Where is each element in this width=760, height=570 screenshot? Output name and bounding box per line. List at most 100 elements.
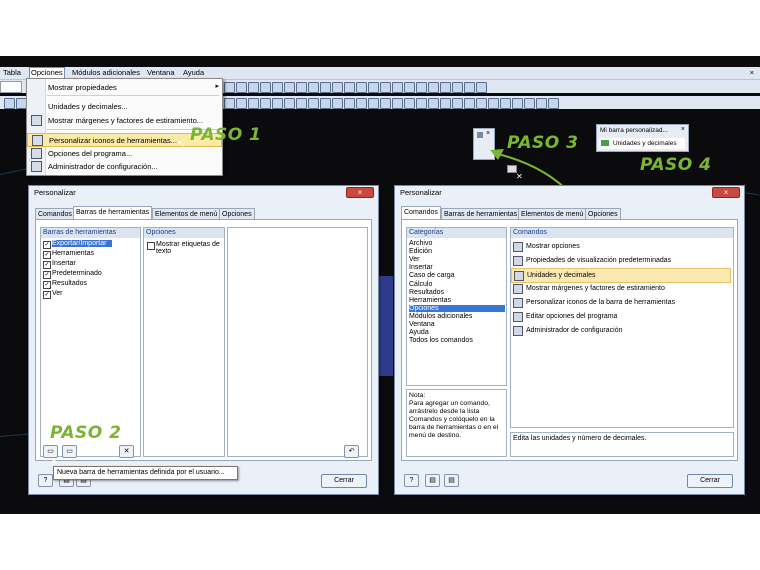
- category-item[interactable]: Caso de carga: [409, 272, 455, 279]
- toolbar-checkbox[interactable]: ✓: [43, 271, 51, 279]
- toolbar-button-icon[interactable]: [380, 98, 391, 109]
- category-item[interactable]: Todos los comandos: [409, 337, 473, 344]
- toolbar-checkbox[interactable]: ✓: [43, 241, 51, 249]
- toolbar-list-item[interactable]: Insertar: [52, 260, 76, 267]
- toolbar-button-icon[interactable]: [536, 98, 547, 109]
- toolbar-button-icon[interactable]: [392, 98, 403, 109]
- toolbar-button-icon[interactable]: [452, 98, 463, 109]
- rename-toolbar-button[interactable]: ▭: [62, 445, 77, 458]
- category-item[interactable]: Módulos adicionales: [409, 313, 472, 320]
- category-item[interactable]: Ventana: [409, 321, 435, 328]
- close-icon[interactable]: ×: [681, 126, 685, 133]
- toolbar-button-icon[interactable]: [344, 98, 355, 109]
- toolbar-button-icon[interactable]: [224, 98, 235, 109]
- toolbar-button-icon[interactable]: [476, 98, 487, 109]
- import-button[interactable]: ▤: [425, 474, 440, 487]
- show-labels-checkbox[interactable]: [147, 242, 155, 250]
- close-button[interactable]: Cerrar: [687, 474, 733, 488]
- toolbar-button-icon[interactable]: [476, 82, 487, 93]
- menu-ventana[interactable]: Ventana: [147, 68, 175, 77]
- toolbar-button-icon[interactable]: [320, 98, 331, 109]
- menu-item-administrador[interactable]: Administrador de configuración...: [27, 160, 222, 172]
- toolbar-list-item[interactable]: Exportar/Importar: [52, 240, 113, 247]
- toolbar-button-icon[interactable]: [464, 98, 475, 109]
- toolbar-button-icon[interactable]: [356, 98, 367, 109]
- tab-barras[interactable]: Barras de herramientas: [73, 206, 153, 220]
- toolbar-list-item[interactable]: Predeterminado: [52, 270, 102, 277]
- command-item[interactable]: Mostrar opciones: [511, 240, 729, 253]
- command-item[interactable]: Unidades y decimales: [511, 268, 731, 283]
- toolbar-button-icon[interactable]: [548, 98, 559, 109]
- category-item[interactable]: Herramientas: [409, 297, 451, 304]
- menu-item-opciones-programa[interactable]: Opciones del programa...: [27, 147, 222, 159]
- toolbar-button-icon[interactable]: [320, 82, 331, 93]
- window-close-icon[interactable]: ×: [750, 68, 754, 77]
- toolbar-button-icon[interactable]: [248, 98, 259, 109]
- category-item[interactable]: Opciones: [409, 304, 505, 312]
- toolbar-button-icon[interactable]: [440, 98, 451, 109]
- new-toolbar-button[interactable]: ▭: [43, 445, 58, 458]
- toolbar-button-icon[interactable]: [428, 98, 439, 109]
- command-item[interactable]: Administrador de configuración: [511, 324, 729, 337]
- toolbar-button-icon[interactable]: [452, 82, 463, 93]
- toolbar-button-icon[interactable]: [488, 98, 499, 109]
- toolbar-button-icon[interactable]: [224, 82, 235, 93]
- toolbar-button-icon[interactable]: [236, 98, 247, 109]
- help-button[interactable]: ?: [38, 474, 53, 487]
- menu-item-mostrar-propiedades[interactable]: Mostrar propiedades ▸: [27, 81, 222, 93]
- toolbar-button-icon[interactable]: [404, 82, 415, 93]
- category-item[interactable]: Edición: [409, 248, 432, 255]
- toolbar-button-icon[interactable]: [332, 82, 343, 93]
- toolbar-button-icon[interactable]: [272, 82, 283, 93]
- toolbar-button-icon[interactable]: [416, 82, 427, 93]
- toolbar-checkbox[interactable]: ✓: [43, 261, 51, 269]
- reset-button[interactable]: ↶: [344, 445, 359, 458]
- toolbar-button-icon[interactable]: [440, 82, 451, 93]
- toolbar-button-icon[interactable]: [356, 82, 367, 93]
- toolbar-button-icon[interactable]: [296, 98, 307, 109]
- toolbar-button-icon[interactable]: [344, 82, 355, 93]
- toolbar-list-item[interactable]: Resultados: [52, 280, 87, 287]
- toolbar-button-icon[interactable]: [416, 98, 427, 109]
- category-item[interactable]: Insertar: [409, 264, 433, 271]
- toolbar-list-item[interactable]: Ver: [52, 290, 63, 297]
- toolbar-button-icon[interactable]: [392, 82, 403, 93]
- toolbar-button-icon[interactable]: [500, 98, 511, 109]
- toolbar-checkbox[interactable]: ✓: [43, 281, 51, 289]
- toolbar-button-icon[interactable]: [248, 82, 259, 93]
- menu-modulos[interactable]: Módulos adicionales: [72, 68, 140, 77]
- category-item[interactable]: Ver: [409, 256, 420, 263]
- toolbar-list-item[interactable]: Herramientas: [52, 250, 94, 257]
- toolbar-button-icon[interactable]: [524, 98, 535, 109]
- toolbar-button-icon[interactable]: [512, 98, 523, 109]
- command-item[interactable]: Editar opciones del programa: [511, 310, 729, 323]
- toolbar-button-icon[interactable]: [368, 82, 379, 93]
- menu-tabla[interactable]: Tabla: [3, 68, 21, 77]
- toolbar-button-icon[interactable]: [4, 98, 15, 109]
- toolbar-button-icon[interactable]: [284, 98, 295, 109]
- help-button[interactable]: ?: [404, 474, 419, 487]
- close-icon[interactable]: ×: [712, 187, 740, 198]
- category-item[interactable]: Archivo: [409, 240, 432, 247]
- menu-ayuda[interactable]: Ayuda: [183, 68, 204, 77]
- toolbar-checkbox[interactable]: ✓: [43, 251, 51, 259]
- category-item[interactable]: Ayuda: [409, 329, 429, 336]
- combo-box[interactable]: [0, 81, 22, 93]
- category-item[interactable]: Cálculo: [409, 281, 432, 288]
- toolbar-button-icon[interactable]: [368, 98, 379, 109]
- toolbar-checkbox[interactable]: ✓: [43, 291, 51, 299]
- toolbar-button-icon[interactable]: [332, 98, 343, 109]
- command-item[interactable]: Propiedades de visualización predetermin…: [511, 254, 729, 267]
- toolbar-button-icon[interactable]: [308, 98, 319, 109]
- tab-comandos[interactable]: Comandos: [401, 206, 441, 220]
- toolbar-button-icon[interactable]: [464, 82, 475, 93]
- toolbar-button-icon[interactable]: [296, 82, 307, 93]
- toolbar-button-icon[interactable]: [260, 82, 271, 93]
- category-item[interactable]: Resultados: [409, 289, 444, 296]
- export-button[interactable]: ▤: [444, 474, 459, 487]
- toolbar-button-icon[interactable]: [284, 82, 295, 93]
- command-item[interactable]: Personalizar iconos de la barra de herra…: [511, 296, 729, 309]
- close-button[interactable]: Cerrar: [321, 474, 367, 488]
- toolbar-button-icon[interactable]: [260, 98, 271, 109]
- close-icon[interactable]: ×: [486, 130, 490, 137]
